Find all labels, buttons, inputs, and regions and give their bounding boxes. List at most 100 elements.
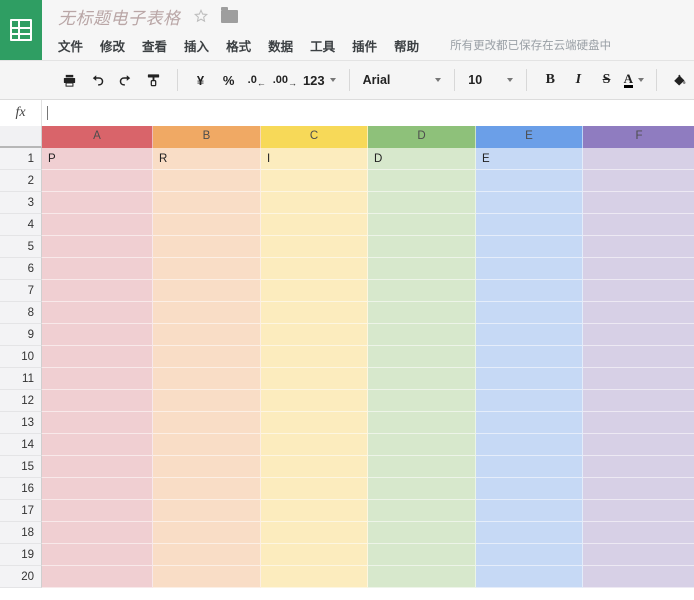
cell-E10[interactable] (476, 346, 583, 368)
cell-F10[interactable] (583, 346, 694, 368)
cell-E20[interactable] (476, 566, 583, 588)
cell-D18[interactable] (368, 522, 476, 544)
cell-F18[interactable] (583, 522, 694, 544)
cell-F2[interactable] (583, 170, 694, 192)
cell-D13[interactable] (368, 412, 476, 434)
cell-F16[interactable] (583, 478, 694, 500)
cell-A10[interactable] (42, 346, 153, 368)
cell-D19[interactable] (368, 544, 476, 566)
cell-A20[interactable] (42, 566, 153, 588)
cell-C17[interactable] (261, 500, 368, 522)
paint-format-button[interactable] (139, 67, 167, 93)
folder-icon[interactable] (220, 6, 238, 23)
cell-E13[interactable] (476, 412, 583, 434)
undo-button[interactable] (83, 67, 111, 93)
cell-F3[interactable] (583, 192, 694, 214)
cell-A5[interactable] (42, 236, 153, 258)
row-header-3[interactable]: 3 (0, 192, 42, 214)
cell-E2[interactable] (476, 170, 583, 192)
number-format-button[interactable]: 123 (299, 67, 340, 93)
column-header-b[interactable]: B (153, 126, 261, 148)
menu-item-view[interactable]: 查看 (142, 36, 167, 55)
cell-C12[interactable] (261, 390, 368, 412)
redo-button[interactable] (111, 67, 139, 93)
column-header-e[interactable]: E (476, 126, 583, 148)
row-header-5[interactable]: 5 (0, 236, 42, 258)
cell-F5[interactable] (583, 236, 694, 258)
row-header-11[interactable]: 11 (0, 368, 42, 390)
menu-item-file[interactable]: 文件 (58, 36, 83, 55)
cell-C1[interactable]: I (261, 148, 368, 170)
app-logo[interactable] (0, 0, 42, 60)
menu-item-addons[interactable]: 插件 (352, 36, 377, 55)
column-header-f[interactable]: F (583, 126, 694, 148)
row-header-6[interactable]: 6 (0, 258, 42, 280)
row-header-20[interactable]: 20 (0, 566, 42, 588)
bold-button[interactable]: B (536, 67, 564, 93)
cell-B20[interactable] (153, 566, 261, 588)
cell-E14[interactable] (476, 434, 583, 456)
cell-A7[interactable] (42, 280, 153, 302)
menu-item-edit[interactable]: 修改 (100, 36, 125, 55)
font-size-select[interactable]: 10 (464, 73, 517, 87)
cell-D8[interactable] (368, 302, 476, 324)
row-header-10[interactable]: 10 (0, 346, 42, 368)
cell-D10[interactable] (368, 346, 476, 368)
cell-E11[interactable] (476, 368, 583, 390)
currency-format-button[interactable]: ¥ (186, 67, 214, 93)
cell-D1[interactable]: D (368, 148, 476, 170)
cell-B14[interactable] (153, 434, 261, 456)
row-header-18[interactable]: 18 (0, 522, 42, 544)
cell-A15[interactable] (42, 456, 153, 478)
cell-B19[interactable] (153, 544, 261, 566)
row-header-4[interactable]: 4 (0, 214, 42, 236)
row-header-9[interactable]: 9 (0, 324, 42, 346)
row-header-7[interactable]: 7 (0, 280, 42, 302)
star-outline-icon[interactable] (193, 8, 209, 24)
cell-E15[interactable] (476, 456, 583, 478)
fill-color-button[interactable] (666, 67, 694, 93)
cell-B2[interactable] (153, 170, 261, 192)
row-header-8[interactable]: 8 (0, 302, 42, 324)
cell-F6[interactable] (583, 258, 694, 280)
cell-C16[interactable] (261, 478, 368, 500)
increase-decimal-button[interactable]: .00→ (271, 67, 299, 93)
cell-F17[interactable] (583, 500, 694, 522)
cell-E18[interactable] (476, 522, 583, 544)
cell-C4[interactable] (261, 214, 368, 236)
cell-F20[interactable] (583, 566, 694, 588)
cell-D14[interactable] (368, 434, 476, 456)
cell-D2[interactable] (368, 170, 476, 192)
cell-D6[interactable] (368, 258, 476, 280)
cell-C13[interactable] (261, 412, 368, 434)
spreadsheet-grid[interactable]: ABCDEF 1 P R I D E 2 3 4 5 6 7 8 9 10 11 12 13 14 15 16 17 18 1… (0, 126, 694, 600)
column-header-a[interactable]: A (42, 126, 153, 148)
cell-D9[interactable] (368, 324, 476, 346)
cell-B10[interactable] (153, 346, 261, 368)
cell-B7[interactable] (153, 280, 261, 302)
cell-F15[interactable] (583, 456, 694, 478)
cell-D3[interactable] (368, 192, 476, 214)
cell-B3[interactable] (153, 192, 261, 214)
cell-E7[interactable] (476, 280, 583, 302)
document-title[interactable]: 无标题电子表格 (58, 4, 181, 29)
cell-E4[interactable] (476, 214, 583, 236)
cell-B6[interactable] (153, 258, 261, 280)
cell-E19[interactable] (476, 544, 583, 566)
row-header-17[interactable]: 17 (0, 500, 42, 522)
cell-E5[interactable] (476, 236, 583, 258)
print-button[interactable] (55, 67, 83, 93)
menu-item-data[interactable]: 数据 (268, 36, 293, 55)
cell-B9[interactable] (153, 324, 261, 346)
cell-E3[interactable] (476, 192, 583, 214)
cell-B4[interactable] (153, 214, 261, 236)
cell-D11[interactable] (368, 368, 476, 390)
cell-F4[interactable] (583, 214, 694, 236)
cell-A6[interactable] (42, 258, 153, 280)
cell-A1[interactable]: P (42, 148, 153, 170)
cell-A8[interactable] (42, 302, 153, 324)
column-header-d[interactable]: D (368, 126, 476, 148)
cell-A14[interactable] (42, 434, 153, 456)
cell-F8[interactable] (583, 302, 694, 324)
strikethrough-button[interactable]: S (592, 67, 620, 93)
